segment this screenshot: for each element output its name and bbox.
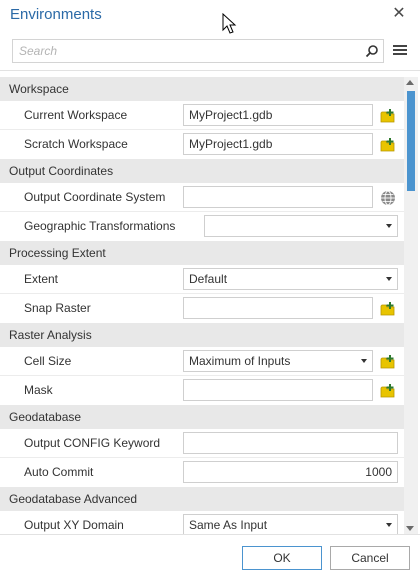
- section-geodatabase-advanced: Geodatabase Advanced: [0, 487, 404, 511]
- search-box: [12, 39, 384, 63]
- snap-raster-input[interactable]: [183, 297, 373, 319]
- row-output-xy-domain: Output XY Domain Same As Input: [0, 511, 404, 534]
- row-mask: Mask: [0, 376, 404, 405]
- current-workspace-label: Current Workspace: [24, 108, 128, 122]
- cell-size-select[interactable]: Maximum of Inputs: [183, 350, 373, 372]
- row-current-workspace: Current Workspace MyProject1.gdb: [0, 101, 404, 130]
- cell-size-value: Maximum of Inputs: [189, 354, 291, 368]
- output-xy-domain-value: Same As Input: [189, 518, 268, 532]
- extent-select[interactable]: Default: [183, 268, 398, 290]
- close-icon[interactable]: ✕: [390, 5, 408, 23]
- current-workspace-input[interactable]: MyProject1.gdb: [183, 104, 373, 126]
- ok-button[interactable]: OK: [242, 546, 322, 570]
- chevron-down-icon: [386, 224, 392, 228]
- mouse-cursor-icon: [222, 13, 237, 34]
- dialog-footer: OK Cancel: [0, 534, 420, 580]
- output-coordinate-system-label: Output Coordinate System: [24, 190, 166, 204]
- search-input[interactable]: [13, 40, 353, 62]
- row-scratch-workspace: Scratch Workspace MyProject1.gdb: [0, 130, 404, 159]
- menu-icon[interactable]: [392, 42, 408, 58]
- scroll-down-icon[interactable]: [406, 526, 414, 531]
- cancel-button[interactable]: Cancel: [330, 546, 410, 570]
- section-workspace: Workspace: [0, 77, 404, 101]
- section-processing-extent: Processing Extent: [0, 241, 404, 265]
- row-auto-commit: Auto Commit 1000: [0, 458, 404, 487]
- row-snap-raster: Snap Raster: [0, 294, 404, 323]
- chevron-down-icon: [361, 359, 367, 363]
- folder-browse-icon[interactable]: [380, 301, 396, 317]
- output-xy-domain-label: Output XY Domain: [24, 518, 124, 532]
- geographic-transformations-label: Geographic Transformations: [24, 219, 176, 233]
- environments-list: Workspace Current Workspace MyProject1.g…: [0, 77, 404, 534]
- scratch-workspace-label: Scratch Workspace: [24, 137, 128, 151]
- search-icon[interactable]: [365, 44, 379, 58]
- section-raster-analysis: Raster Analysis: [0, 323, 404, 347]
- scroll-up-icon[interactable]: [406, 80, 414, 85]
- mask-input[interactable]: [183, 379, 373, 401]
- chevron-down-icon: [386, 523, 392, 527]
- snap-raster-label: Snap Raster: [24, 301, 91, 315]
- auto-commit-label: Auto Commit: [24, 465, 94, 479]
- output-config-keyword-label: Output CONFIG Keyword: [24, 436, 161, 450]
- extent-value: Default: [189, 272, 228, 286]
- header-divider: [0, 70, 420, 71]
- globe-icon[interactable]: [380, 190, 396, 206]
- geographic-transformations-select[interactable]: [204, 215, 398, 237]
- folder-browse-icon[interactable]: [380, 137, 396, 153]
- mask-label: Mask: [24, 383, 53, 397]
- row-geographic-transformations: Geographic Transformations: [0, 212, 404, 241]
- scrollbar-thumb[interactable]: [407, 91, 415, 191]
- row-cell-size: Cell Size Maximum of Inputs: [0, 347, 404, 376]
- title-bar: Environments ✕: [0, 0, 420, 34]
- row-output-config-keyword: Output CONFIG Keyword: [0, 429, 404, 458]
- folder-browse-icon[interactable]: [380, 354, 396, 370]
- folder-browse-icon[interactable]: [380, 108, 396, 124]
- section-output-coordinates: Output Coordinates: [0, 159, 404, 183]
- chevron-down-icon: [386, 277, 392, 281]
- output-xy-domain-select[interactable]: Same As Input: [183, 514, 398, 534]
- folder-browse-icon[interactable]: [380, 383, 396, 399]
- output-config-keyword-input[interactable]: [183, 432, 398, 454]
- row-extent: Extent Default: [0, 265, 404, 294]
- extent-label: Extent: [24, 272, 59, 286]
- cell-size-label: Cell Size: [24, 354, 72, 368]
- section-geodatabase: Geodatabase: [0, 405, 404, 429]
- scratch-workspace-input[interactable]: MyProject1.gdb: [183, 133, 373, 155]
- output-coordinate-system-input[interactable]: [183, 186, 373, 208]
- row-output-coordinate-system: Output Coordinate System: [0, 183, 404, 212]
- auto-commit-input[interactable]: 1000: [183, 461, 398, 483]
- window-title: Environments: [10, 6, 102, 23]
- vertical-scrollbar[interactable]: [404, 77, 418, 534]
